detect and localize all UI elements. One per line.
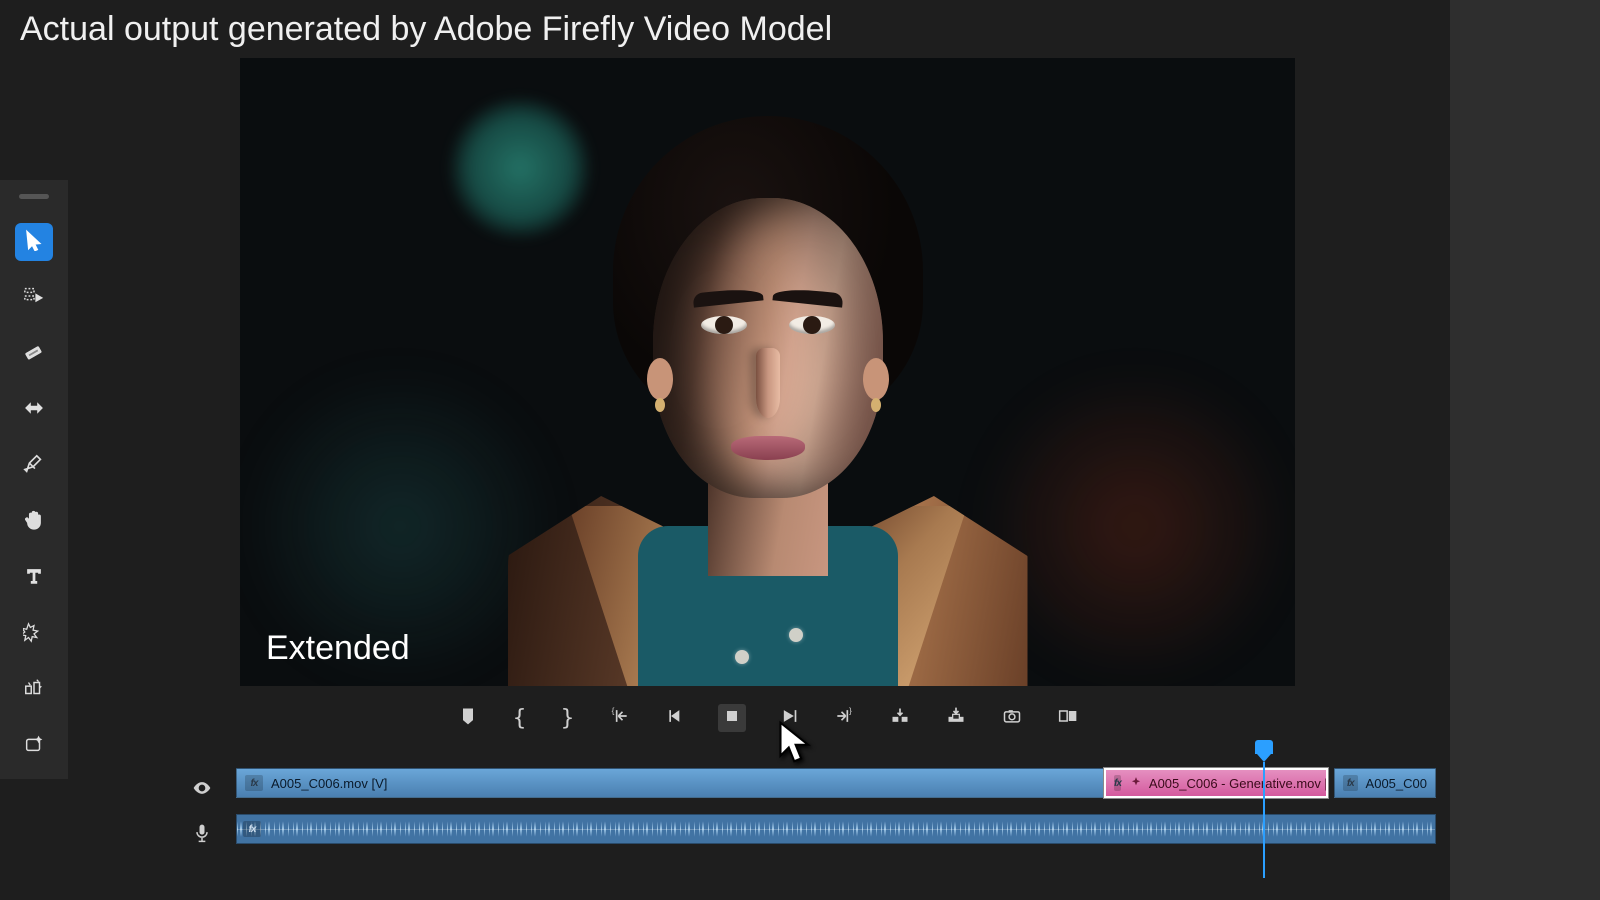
slip-tool[interactable] <box>15 391 53 429</box>
type-tool-icon <box>23 565 45 592</box>
comparison-view-button[interactable] <box>1054 704 1082 732</box>
clip-label: A005_C006.mov [V] <box>271 776 387 791</box>
go-to-out-button[interactable]: } <box>830 704 858 732</box>
panel-grip[interactable] <box>19 194 49 199</box>
program-monitor: Extended <box>240 58 1295 686</box>
stop-button[interactable] <box>718 704 746 732</box>
razor-tool-icon <box>23 341 45 368</box>
pen-tool[interactable] <box>15 447 53 485</box>
add-marker-icon <box>458 706 478 731</box>
voice-over-record-button[interactable] <box>192 823 214 845</box>
step-back-button[interactable] <box>662 704 690 732</box>
timeline-clip[interactable]: fx A005_C00 <box>1334 768 1436 798</box>
overwrite-icon <box>946 706 966 731</box>
comparison-view-icon <box>1058 706 1078 731</box>
selection-tool[interactable] <box>15 223 53 261</box>
slip-tool-icon <box>23 397 45 424</box>
generative-tool-icon <box>23 733 45 760</box>
preview-overlay-label: Extended <box>266 629 410 668</box>
video-track[interactable]: fx A005_C006.mov [V] fx A005_C006 - Generat… <box>236 768 1436 798</box>
mark-out-button[interactable]: } <box>558 706 578 731</box>
remix-tool[interactable] <box>15 615 53 653</box>
timeline-clip[interactable]: fx A005_C006 - Generative.mov [V] <box>1104 768 1328 798</box>
pen-tool-icon <box>23 453 45 480</box>
razor-tool[interactable] <box>15 335 53 373</box>
insert-button[interactable] <box>886 704 914 732</box>
caption-text: Actual output generated by Adobe Firefly… <box>20 10 832 49</box>
fx-badge: fx <box>245 775 263 791</box>
timeline-panel: fx A005_C006.mov [V] fx A005_C006 - Generat… <box>180 768 1600 888</box>
selection-tool-icon <box>23 229 45 256</box>
track-select-tool[interactable] <box>15 279 53 317</box>
eye-icon <box>192 785 212 802</box>
hand-tool-icon <box>23 509 45 536</box>
insert-icon <box>890 706 910 731</box>
export-frame-icon <box>1002 706 1022 731</box>
scene-edit-tool[interactable] <box>15 671 53 709</box>
go-to-out-icon: } <box>834 706 854 731</box>
play-button[interactable] <box>774 704 802 732</box>
fx-badge: fx <box>1114 775 1121 791</box>
preview-content <box>498 106 1038 686</box>
add-marker-button[interactable] <box>454 704 482 732</box>
right-panel <box>1450 0 1600 900</box>
fx-badge: fx <box>1343 775 1358 791</box>
timeline-audio-clip[interactable]: fx <box>236 814 1436 844</box>
transport-controls: { } { } <box>240 694 1295 742</box>
play-icon <box>778 706 798 731</box>
step-back-icon <box>666 706 686 731</box>
mark-in-button[interactable]: { <box>510 706 530 731</box>
playhead[interactable] <box>1264 740 1282 878</box>
svg-text:}: } <box>849 706 852 716</box>
generative-badge-icon <box>1129 776 1143 790</box>
fx-badge: fx <box>243 821 261 837</box>
scene-edit-tool-icon <box>23 677 45 704</box>
track-select-tool-icon <box>23 285 45 312</box>
go-to-in-icon: { <box>610 706 630 731</box>
timeline-clip[interactable]: fx A005_C006.mov [V] <box>236 768 1104 798</box>
audio-track[interactable]: fx <box>236 814 1436 844</box>
microphone-icon <box>192 830 212 847</box>
generative-tool[interactable] <box>15 727 53 765</box>
clip-label: A005_C006 - Generative.mov [V] <box>1149 776 1328 791</box>
hand-tool[interactable] <box>15 503 53 541</box>
toggle-track-output-button[interactable] <box>192 778 214 800</box>
export-frame-button[interactable] <box>998 704 1026 732</box>
svg-text:{: { <box>611 706 614 716</box>
video-preview[interactable]: Extended <box>240 58 1295 686</box>
clip-label: A005_C00 <box>1366 776 1427 791</box>
type-tool[interactable] <box>15 559 53 597</box>
tool-strip <box>0 180 68 779</box>
go-to-in-button[interactable]: { <box>606 704 634 732</box>
stop-icon <box>722 706 742 731</box>
overwrite-button[interactable] <box>942 704 970 732</box>
remix-tool-icon <box>23 621 45 648</box>
